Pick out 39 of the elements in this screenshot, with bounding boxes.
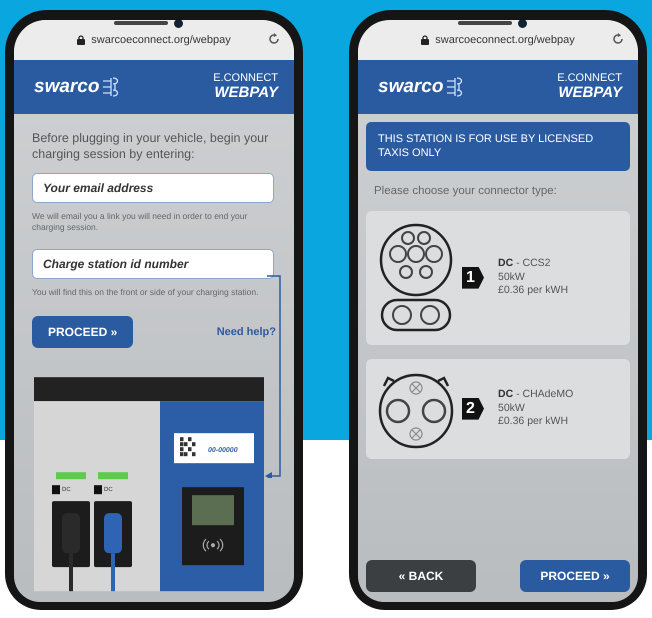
camera-dot <box>518 20 527 28</box>
field-hint: You will find this on the front or side of your charging station. <box>32 286 260 298</box>
lock-icon <box>421 35 430 45</box>
connector-card[interactable]: 1 DC - CCS2 50kW £0.36 per kWH <box>366 210 630 345</box>
camera-dot <box>174 20 183 28</box>
product-title: WEBPAY <box>214 84 278 101</box>
address-bar[interactable]: swarcoeconnect.org/webpay <box>14 20 294 60</box>
notice-banner: THIS STATION IS FOR USE BY LICENSED TAXIS ONLY <box>366 122 630 171</box>
proceed-button[interactable]: PROCEED » <box>520 560 630 592</box>
connector-card[interactable]: 2 DC - CHAdeMO 50kW £0.36 per kWH <box>366 358 630 459</box>
url-text: swarcoeconnect.org/webpay <box>91 34 231 46</box>
product-name: E.CONNECT <box>213 73 278 85</box>
field-hint: We will email you a link you will need in order to end your charging session. <box>32 210 248 233</box>
help-link[interactable]: Need help? <box>216 326 276 338</box>
intro-text: Before plugging in your vehicle, begin your charging session by entering: <box>32 130 270 162</box>
connector-type: DC - CCS2 <box>498 257 552 271</box>
url-text: swarcoeconnect.org/webpay <box>435 34 575 46</box>
connector-type: DC - CHAdeMO <box>498 388 574 402</box>
text-field[interactable]: Charge station id number <box>32 248 274 279</box>
brand-logo-text: swarco <box>34 76 100 98</box>
lock-icon <box>77 35 86 45</box>
reload-icon[interactable] <box>612 32 624 45</box>
speaker-slot <box>458 21 512 25</box>
connector-price: £0.36 per kWH <box>498 284 568 298</box>
prompt-text: Please choose your connector type: <box>374 184 558 197</box>
connector-number: 1 <box>462 266 484 289</box>
connector-power: 50kW <box>498 402 526 416</box>
address-bar[interactable]: swarcoeconnect.org/webpay <box>358 20 638 60</box>
product-title: WEBPAY <box>558 84 622 101</box>
connector-power: 50kW <box>498 270 526 284</box>
proceed-button[interactable]: PROCEED » <box>32 316 134 348</box>
back-button[interactable]: « BACK <box>366 560 476 592</box>
connector-number: 2 <box>462 398 484 420</box>
connector-price: £0.36 per kWH <box>498 415 570 430</box>
speaker-slot <box>114 21 168 25</box>
product-name: E.CONNECT <box>557 73 622 85</box>
text-field[interactable]: Your email address <box>32 172 274 202</box>
brand-logo-text: swarco <box>378 76 444 98</box>
reload-icon[interactable] <box>268 32 280 45</box>
